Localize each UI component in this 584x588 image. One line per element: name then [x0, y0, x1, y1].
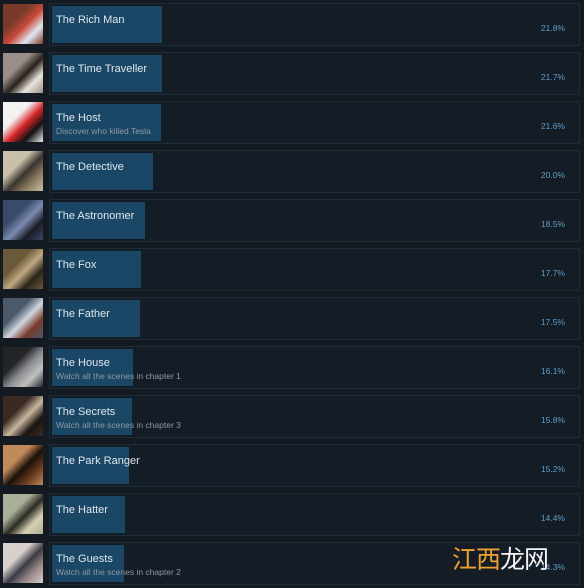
- achievement-description: Discover who killed Tesla: [56, 126, 151, 136]
- achievement-percent: 14.4%: [540, 513, 565, 523]
- achievement-progress-box: The Rich Man 21.8%: [49, 3, 580, 46]
- rich-man-icon: [3, 4, 43, 44]
- achievement-row[interactable]: The Park Ranger 15.2%: [0, 444, 584, 490]
- achievement-progress-box: The House Watch all the scenes in chapte…: [49, 346, 580, 389]
- guests-icon: [3, 543, 43, 583]
- achievement-row[interactable]: The Fox 17.7%: [0, 248, 584, 294]
- achievement-progress-box: The Secrets Watch all the scenes in chap…: [49, 395, 580, 438]
- achievement-name: The Fox: [56, 259, 97, 271]
- achievement-row[interactable]: The Host Discover who killed Tesla 21.6%: [0, 101, 584, 147]
- achievement-percent: 17.7%: [540, 268, 565, 278]
- achievement-percent: 21.8%: [540, 23, 565, 33]
- achievement-progress-box: The Astronomer 18.5%: [49, 199, 580, 242]
- skull-icon: [3, 445, 43, 485]
- achievement-row[interactable]: The House Watch all the scenes in chapte…: [0, 346, 584, 392]
- achievement-row[interactable]: The Time Traveller 21.7%: [0, 52, 584, 98]
- watermark-logo: 江西龙网: [452, 545, 549, 574]
- achievement-percent: 21.6%: [540, 121, 565, 131]
- achievement-progress-box: The Father 17.5%: [49, 297, 580, 340]
- achievement-name: The Father: [56, 308, 110, 320]
- achievement-name: The Guests: [56, 553, 113, 565]
- achievement-name: The Detective: [56, 161, 124, 173]
- achievement-row[interactable]: The Detective 20.0%: [0, 150, 584, 196]
- achievement-row[interactable]: The Rich Man 21.8%: [0, 3, 584, 49]
- achievement-name: The Time Traveller: [56, 63, 148, 75]
- achievement-row[interactable]: The Astronomer 18.5%: [0, 199, 584, 245]
- achievement-percent: 17.5%: [540, 317, 565, 327]
- achievement-percent: 20.0%: [540, 170, 565, 180]
- achievement-row[interactable]: The Secrets Watch all the scenes in chap…: [0, 395, 584, 441]
- achievement-progress-box: The Fox 17.7%: [49, 248, 580, 291]
- achievement-name: The Rich Man: [56, 14, 125, 26]
- achievement-progress-box: The Detective 20.0%: [49, 150, 580, 193]
- telescope-icon: [3, 200, 43, 240]
- achievement-name: The Park Ranger: [56, 455, 140, 467]
- secrets-icon: [3, 396, 43, 436]
- achievement-name: The Hatter: [56, 504, 108, 516]
- achievement-row[interactable]: The Father 17.5%: [0, 297, 584, 343]
- achievement-percent: 15.8%: [540, 415, 565, 425]
- achievement-percent: 15.2%: [540, 464, 565, 474]
- achievement-description: Watch all the scenes in chapter 3: [56, 420, 181, 430]
- achievement-progress-box: The Hatter 14.4%: [49, 493, 580, 536]
- achievement-description: Watch all the scenes in chapter 2: [56, 567, 181, 577]
- achievement-percent: 16.1%: [540, 366, 565, 376]
- fox-icon: [3, 249, 43, 289]
- achievement-percent: 21.7%: [540, 72, 565, 82]
- clock-icon: [3, 53, 43, 93]
- host-icon: [3, 102, 43, 142]
- achievement-progress-box: The Host Discover who killed Tesla 21.6%: [49, 101, 580, 144]
- father-icon: [3, 298, 43, 338]
- achievement-name: The Host: [56, 112, 101, 124]
- achievement-description: Watch all the scenes in chapter 1: [56, 371, 181, 381]
- achievement-name: The House: [56, 357, 110, 369]
- achievement-row[interactable]: The Hatter 14.4%: [0, 493, 584, 539]
- house-icon: [3, 347, 43, 387]
- hats-icon: [3, 494, 43, 534]
- achievement-progress-box: The Park Ranger 15.2%: [49, 444, 580, 487]
- achievement-progress-box: The Time Traveller 21.7%: [49, 52, 580, 95]
- achievement-percent: 18.5%: [540, 219, 565, 229]
- achievement-name: The Secrets: [56, 406, 116, 418]
- achievement-name: The Astronomer: [56, 210, 135, 222]
- detective-icon: [3, 151, 43, 191]
